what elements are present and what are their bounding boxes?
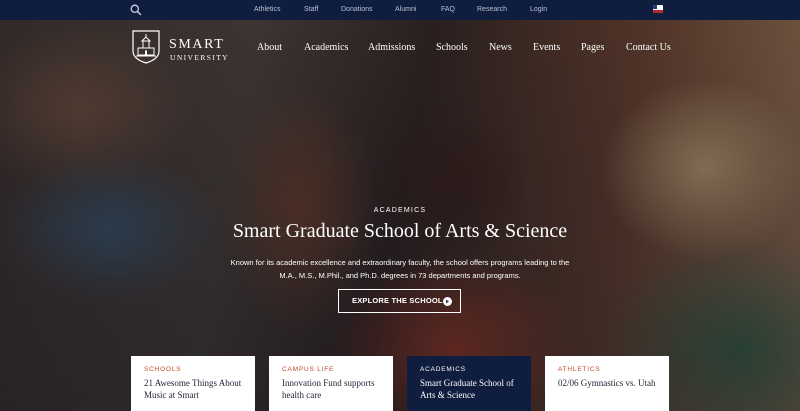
- search-icon[interactable]: [129, 3, 143, 17]
- utility-link-alumni[interactable]: Alumni: [395, 0, 416, 20]
- hero-section: SMART UNIVERSITY About Academics Admissi…: [0, 20, 800, 411]
- hero-photo-overlay: [0, 20, 800, 411]
- card-title[interactable]: 21 Awesome Things About Music at Smart: [144, 377, 252, 401]
- feature-card-athletics[interactable]: ATHLETICS 02/06 Gymnastics vs. Utah: [545, 356, 669, 411]
- explore-school-label: EXPLORE THE SCHOOL: [352, 296, 443, 305]
- utility-link-donations[interactable]: Donations: [341, 0, 373, 20]
- feature-card-academics[interactable]: ACADEMICS Smart Graduate School of Arts …: [407, 356, 531, 411]
- hero-title: Smart Graduate School of Arts & Science: [232, 220, 568, 242]
- us-flag-icon[interactable]: [653, 5, 663, 13]
- hero-eyebrow: ACADEMICS: [373, 207, 427, 214]
- utility-bar: Athletics Staff Donations Alumni FAQ Res…: [0, 0, 800, 20]
- brand-subtitle: UNIVERSITY: [170, 53, 229, 62]
- utility-link-research[interactable]: Research: [477, 0, 507, 20]
- nav-admissions[interactable]: Admissions: [368, 42, 415, 53]
- card-category: ACADEMICS: [420, 366, 466, 373]
- card-category: SCHOOLS: [144, 366, 182, 373]
- card-category: CAMPUS LIFE: [282, 366, 335, 373]
- feature-card-schools[interactable]: SCHOOLS 21 Awesome Things About Music at…: [131, 356, 255, 411]
- nav-academics[interactable]: Academics: [304, 42, 348, 53]
- utility-link-athletics[interactable]: Athletics: [254, 0, 280, 20]
- university-building-logo[interactable]: [131, 29, 161, 65]
- utility-link-staff[interactable]: Staff: [304, 0, 318, 20]
- nav-about[interactable]: About: [257, 42, 282, 53]
- nav-pages[interactable]: Pages: [581, 42, 604, 53]
- explore-school-button[interactable]: EXPLORE THE SCHOOL: [338, 289, 461, 313]
- nav-contact-us[interactable]: Contact Us: [626, 42, 671, 53]
- card-title[interactable]: Smart Graduate School of Arts & Science: [420, 377, 528, 401]
- card-category: ATHLETICS: [558, 366, 601, 373]
- card-title[interactable]: 02/06 Gymnastics vs. Utah: [558, 377, 666, 389]
- hero-description: Known for its academic excellence and ex…: [230, 258, 570, 280]
- feature-card-campus-life[interactable]: CAMPUS LIFE Innovation Fund supports hea…: [269, 356, 393, 411]
- nav-news[interactable]: News: [489, 42, 512, 53]
- brand-name[interactable]: SMART: [169, 37, 224, 53]
- nav-events[interactable]: Events: [533, 42, 560, 53]
- utility-link-login[interactable]: Login: [530, 0, 547, 20]
- nav-schools[interactable]: Schools: [436, 42, 468, 53]
- card-title[interactable]: Innovation Fund supports health care: [282, 377, 390, 401]
- arrow-right-circle-icon: [443, 297, 452, 306]
- utility-link-faq[interactable]: FAQ: [441, 0, 455, 20]
